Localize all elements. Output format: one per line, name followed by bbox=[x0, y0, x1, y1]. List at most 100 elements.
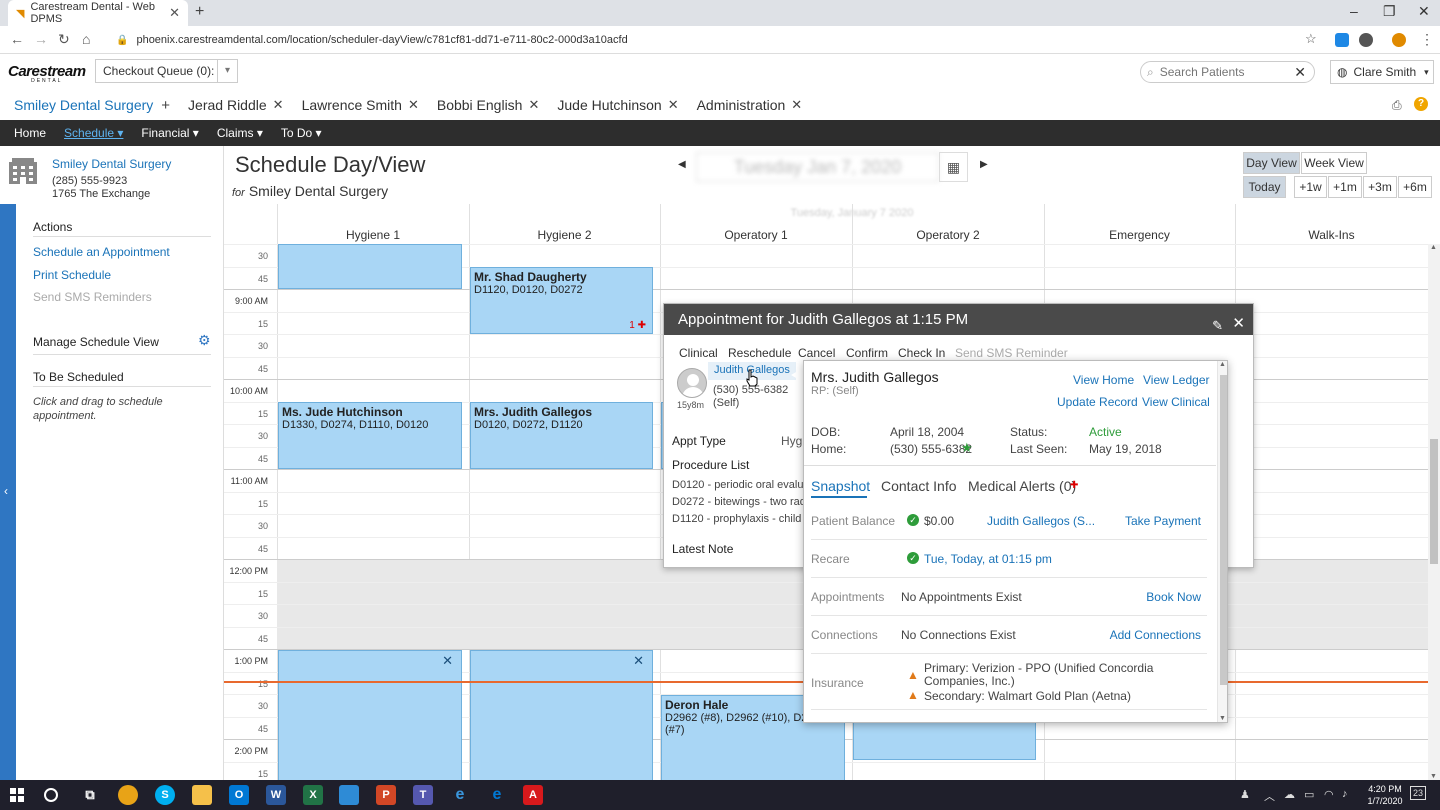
nav-claims[interactable]: Claims ▾ bbox=[217, 126, 263, 140]
task-view-icon[interactable]: ⧉ bbox=[80, 785, 100, 805]
volume-icon[interactable]: ♪ bbox=[1342, 788, 1348, 800]
view-home-link[interactable]: View Home bbox=[1073, 373, 1134, 387]
help-icon[interactable]: ? bbox=[1414, 97, 1428, 111]
recare-link[interactable]: Tue, Today, at 01:15 pm bbox=[924, 552, 1052, 566]
tab-medical-alerts[interactable]: Medical Alerts (0) bbox=[968, 478, 1076, 494]
appointment-block[interactable]: ✕ bbox=[278, 650, 462, 780]
acrobat-icon[interactable]: A bbox=[523, 785, 543, 805]
location-name-link[interactable]: Smiley Dental Surgery bbox=[52, 157, 171, 171]
skype-icon[interactable]: S bbox=[155, 785, 175, 805]
plus-6-months-button[interactable]: +6m bbox=[1398, 176, 1432, 198]
appointment-block[interactable]: Mr. Shad Daugherty D1120, D0120, D0272 1… bbox=[470, 267, 653, 334]
people-icon[interactable]: ♟ bbox=[1240, 788, 1250, 801]
edit-pencil-icon[interactable]: ✎ bbox=[1212, 310, 1223, 341]
taskbar-clock[interactable]: 4:20 PM 1/7/2020 bbox=[1360, 783, 1410, 807]
browser-menu-icon[interactable]: ⋮ bbox=[1420, 31, 1434, 48]
close-tab-icon[interactable]: ✕ bbox=[273, 97, 284, 113]
search-icon[interactable] bbox=[44, 788, 58, 802]
excel-icon[interactable]: X bbox=[303, 785, 323, 805]
minimize-window-button[interactable]: – bbox=[1350, 3, 1358, 19]
schedule-scrollbar[interactable]: ▲ ▼ bbox=[1428, 244, 1440, 780]
week-view-button[interactable]: Week View bbox=[1301, 152, 1367, 174]
bookmark-star-icon[interactable]: ☆ bbox=[1305, 31, 1317, 47]
close-icon[interactable]: ✕ bbox=[1232, 308, 1245, 339]
popover-scrollbar[interactable]: ▲ ▼ bbox=[1217, 361, 1227, 722]
onedrive-icon[interactable]: ☁ bbox=[1284, 788, 1295, 801]
scroll-down-icon[interactable]: ▼ bbox=[1219, 715, 1226, 722]
plus-1-week-button[interactable]: +1w bbox=[1294, 176, 1327, 198]
close-tab-icon[interactable]: ✕ bbox=[169, 5, 180, 21]
extension-windows-icon[interactable] bbox=[1335, 33, 1349, 47]
chrome-icon[interactable] bbox=[118, 785, 138, 805]
scrollbar-thumb[interactable] bbox=[1430, 439, 1438, 564]
internet-explorer-icon[interactable]: e bbox=[450, 785, 470, 805]
tab-smiley-dental-surgery[interactable]: Smiley Dental Surgery + bbox=[14, 97, 170, 114]
home-icon[interactable]: ⌂ bbox=[82, 31, 90, 47]
clinical-button[interactable]: Clinical bbox=[679, 346, 718, 360]
new-tab-button[interactable]: + bbox=[195, 3, 204, 21]
sidebar-collapse-handle[interactable]: ‹ bbox=[0, 204, 16, 780]
close-tab-icon[interactable]: ✕ bbox=[668, 97, 679, 113]
remote-desktop-icon[interactable] bbox=[339, 785, 359, 805]
browser-tab[interactable]: ◥ Carestream Dental - Web DPMS ✕ bbox=[8, 0, 188, 26]
balance-account-link[interactable]: Judith Gallegos (S... bbox=[987, 514, 1095, 528]
tab-bobbi-english[interactable]: Bobbi English ✕ bbox=[437, 97, 540, 113]
appointment-block[interactable] bbox=[278, 244, 462, 289]
tab-snapshot[interactable]: Snapshot bbox=[811, 478, 870, 494]
checkout-queue-dropdown[interactable]: Checkout Queue (0): ▾ bbox=[95, 59, 238, 83]
carestream-logo[interactable]: Carestream DENTAL bbox=[8, 63, 86, 84]
print-icon[interactable]: ⎙ bbox=[1392, 98, 1402, 113]
add-connections-link[interactable]: Add Connections bbox=[1110, 628, 1201, 642]
add-tab-icon[interactable]: + bbox=[161, 97, 170, 114]
nav-to-do[interactable]: To Do ▾ bbox=[281, 126, 322, 140]
tab-jerad-riddle[interactable]: Jerad Riddle ✕ bbox=[188, 97, 284, 113]
close-tab-icon[interactable]: ✕ bbox=[791, 97, 802, 113]
file-explorer-icon[interactable] bbox=[192, 785, 212, 805]
clear-search-icon[interactable]: ✕ bbox=[1294, 64, 1306, 81]
tab-contact-info[interactable]: Contact Info bbox=[881, 478, 957, 494]
edge-icon[interactable]: e bbox=[487, 785, 507, 805]
extension-circle-icon[interactable] bbox=[1359, 33, 1373, 47]
calendar-icon[interactable]: ▦ bbox=[939, 152, 968, 182]
url-field[interactable]: 🔒 phoenix.carestreamdental.com/location/… bbox=[108, 30, 1328, 50]
print-schedule-link[interactable]: Print Schedule bbox=[33, 268, 111, 282]
view-ledger-link[interactable]: View Ledger bbox=[1143, 373, 1210, 387]
notifications-icon[interactable]: 23 bbox=[1410, 786, 1427, 800]
search-patients-input[interactable] bbox=[1159, 65, 1280, 79]
nav-schedule[interactable]: Schedule ▾ bbox=[64, 126, 123, 140]
today-button[interactable]: Today bbox=[1243, 176, 1286, 198]
wifi-icon[interactable]: ◠ bbox=[1324, 788, 1334, 801]
close-tab-icon[interactable]: ✕ bbox=[408, 97, 419, 113]
reschedule-button[interactable]: Reschedule bbox=[728, 346, 791, 360]
appointment-block[interactable]: Mrs. Judith Gallegos D0120, D0272, D1120 bbox=[470, 402, 653, 469]
appointment-block[interactable] bbox=[853, 718, 1036, 760]
book-now-link[interactable]: Book Now bbox=[1146, 590, 1201, 604]
close-icon[interactable]: ✕ bbox=[633, 653, 644, 669]
scrollbar-thumb[interactable] bbox=[1220, 375, 1227, 685]
tray-chevron-icon[interactable]: ︿ bbox=[1264, 788, 1275, 804]
confirm-button[interactable]: Confirm bbox=[846, 346, 888, 360]
outlook-icon[interactable]: O bbox=[229, 785, 249, 805]
plus-1-month-button[interactable]: +1m bbox=[1328, 176, 1362, 198]
plus-3-months-button[interactable]: +3m bbox=[1363, 176, 1397, 198]
appointment-block[interactable]: Ms. Jude Hutchinson D1330, D0274, D1110,… bbox=[278, 402, 462, 469]
cancel-appointment-button[interactable]: Cancel bbox=[798, 346, 835, 360]
update-record-link[interactable]: Update Record bbox=[1057, 395, 1138, 409]
date-field[interactable]: Tuesday Jan 7, 2020 bbox=[696, 152, 939, 182]
view-clinical-link[interactable]: View Clinical bbox=[1142, 395, 1210, 409]
check-in-button[interactable]: Check In bbox=[898, 346, 945, 360]
close-tab-icon[interactable]: ✕ bbox=[528, 97, 539, 113]
scroll-down-icon[interactable]: ▼ bbox=[1430, 773, 1437, 780]
powerpoint-icon[interactable]: P bbox=[376, 785, 396, 805]
appointment-block[interactable]: ✕ bbox=[470, 650, 653, 780]
patient-search[interactable]: ⌕ ✕ bbox=[1140, 61, 1315, 83]
gear-icon[interactable]: ⚙ bbox=[198, 332, 211, 349]
nav-home[interactable]: Home bbox=[14, 126, 46, 140]
battery-icon[interactable]: ▭ bbox=[1304, 788, 1314, 801]
close-window-button[interactable]: ✕ bbox=[1418, 3, 1430, 20]
windows-start-icon[interactable] bbox=[10, 788, 24, 802]
tab-lawrence-smith[interactable]: Lawrence Smith ✕ bbox=[302, 97, 419, 113]
schedule-appointment-link[interactable]: Schedule an Appointment bbox=[33, 245, 170, 259]
user-menu[interactable]: ◍ Clare Smith ▾ bbox=[1330, 60, 1434, 84]
close-icon[interactable]: ✕ bbox=[442, 653, 453, 669]
